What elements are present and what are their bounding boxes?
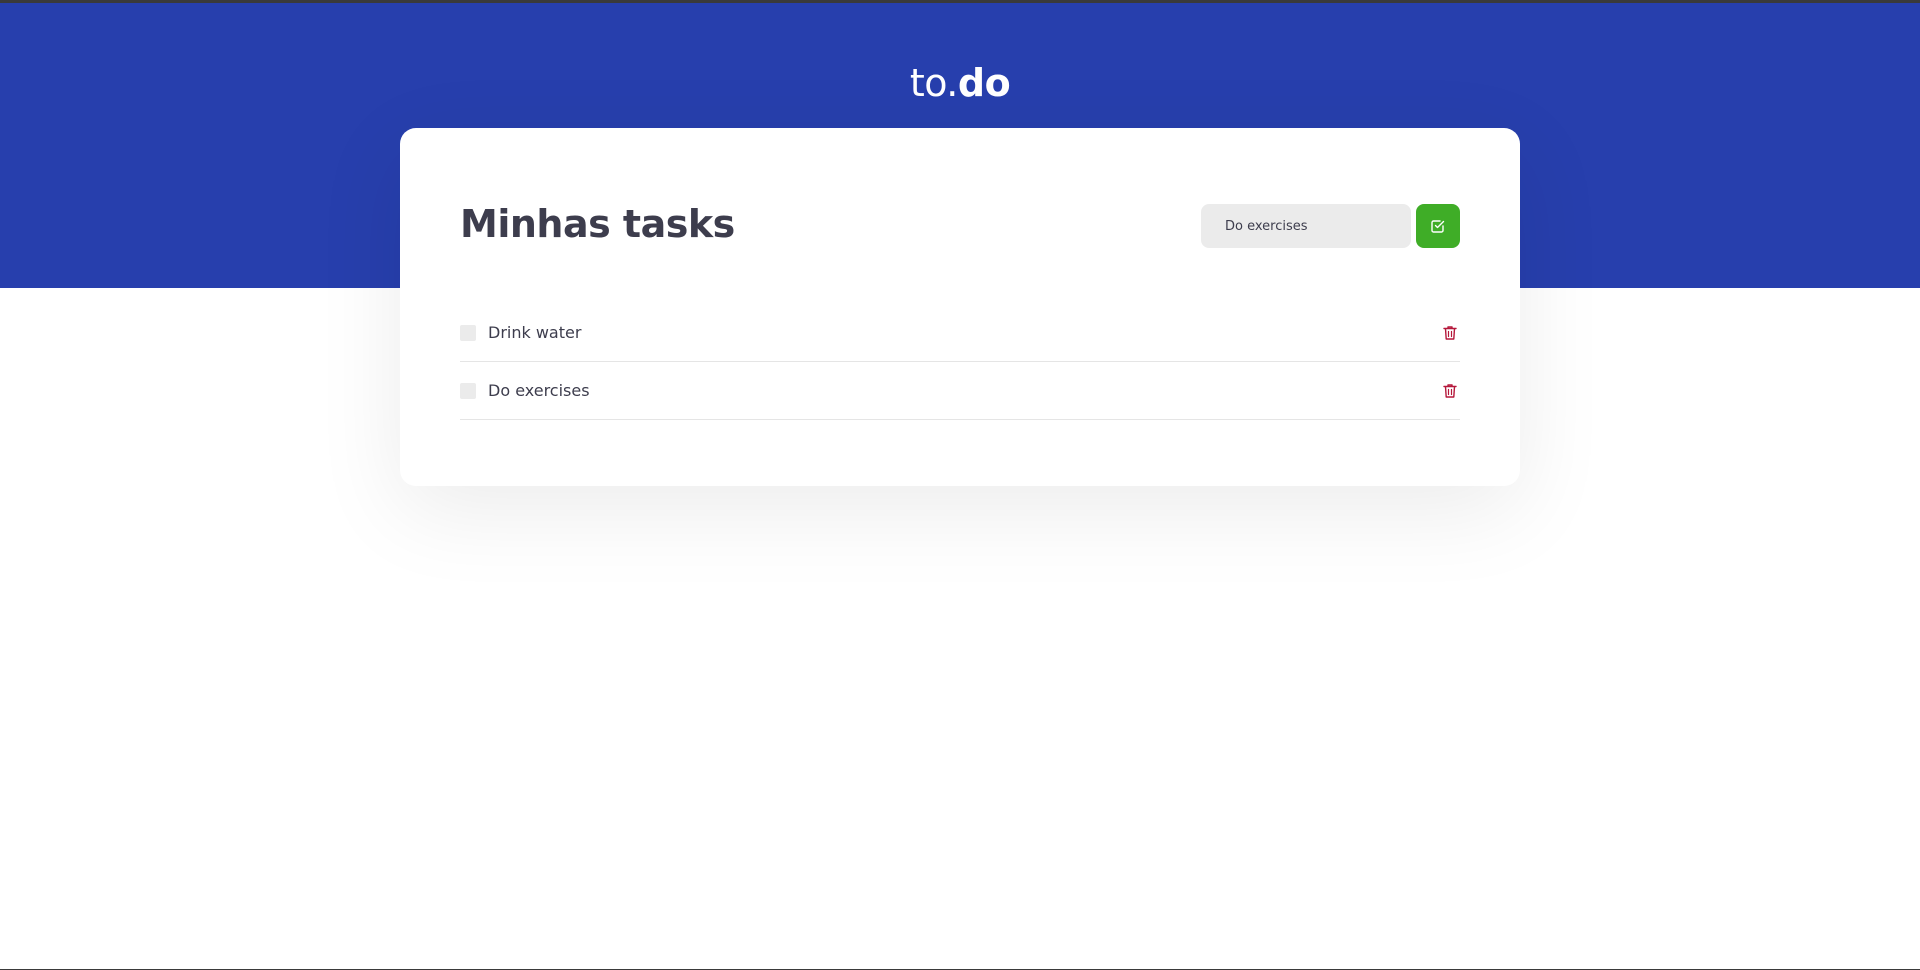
new-task-input[interactable] — [1201, 204, 1411, 248]
logo-bold-text: do — [957, 61, 1011, 105]
task-item: Do exercises — [460, 362, 1460, 420]
task-item: Drink water — [460, 304, 1460, 362]
logo-light-text: to. — [909, 61, 959, 105]
task-list: Drink water Do exercises — [460, 304, 1460, 420]
page-title: Minhas tasks — [460, 202, 735, 246]
task-label: Do exercises — [488, 381, 590, 400]
task-label: Drink water — [488, 323, 582, 342]
task-checkbox[interactable] — [460, 382, 476, 399]
check-square-icon — [1431, 220, 1445, 233]
task-card: Minhas tasks Drink water Do exercises — [400, 128, 1520, 486]
add-task-button[interactable] — [1416, 204, 1460, 248]
trash-icon — [1443, 383, 1457, 398]
trash-icon — [1443, 325, 1457, 340]
delete-task-button[interactable] — [1440, 323, 1460, 343]
task-checkbox[interactable] — [460, 324, 476, 341]
app-logo: to.do — [0, 61, 1920, 105]
delete-task-button[interactable] — [1440, 381, 1460, 401]
